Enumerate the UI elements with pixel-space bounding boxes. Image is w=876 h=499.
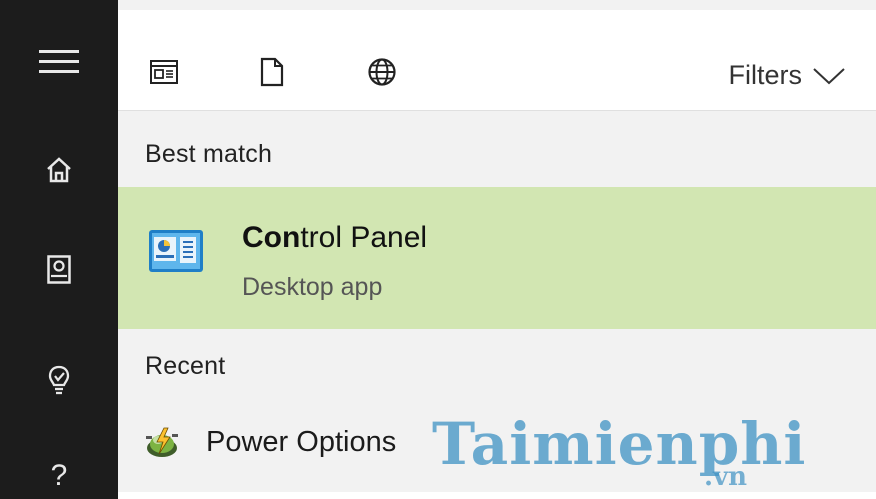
- recent-item-label: Power Options: [206, 426, 397, 458]
- help-icon: ?: [50, 459, 68, 492]
- best-match-heading: Best match: [145, 140, 273, 168]
- panel-bottom-edge: [118, 492, 876, 499]
- chevron-down-icon: [813, 67, 845, 84]
- documents-filter-button[interactable]: [254, 54, 290, 90]
- help-button[interactable]: ?: [0, 430, 118, 492]
- hamburger-menu-icon: [39, 50, 79, 73]
- web-filter-icon: [368, 58, 396, 86]
- home-icon: [47, 157, 71, 183]
- filters-label: Filters: [728, 60, 803, 90]
- watermark-domain: .vn: [704, 462, 748, 492]
- best-match-title-rest: trol Panel: [300, 221, 428, 254]
- apps-filter-icon: [150, 60, 178, 84]
- cortana-sidebar: ?: [0, 0, 118, 499]
- web-filter-button[interactable]: [364, 54, 400, 90]
- filters-dropdown[interactable]: Filters: [729, 60, 847, 91]
- notebook-button[interactable]: [0, 240, 118, 300]
- recent-heading: Recent: [145, 352, 226, 380]
- home-button[interactable]: [0, 140, 118, 200]
- best-match-result[interactable]: Control Panel Desktop app: [118, 187, 876, 329]
- best-match-subtitle: Desktop app: [242, 273, 383, 301]
- watermark-logo: Taimienphi: [432, 410, 807, 478]
- control-panel-icon: [149, 230, 203, 272]
- hamburger-menu-button[interactable]: [0, 32, 118, 92]
- documents-filter-icon: [260, 57, 284, 87]
- apps-filter-button[interactable]: [146, 54, 182, 90]
- power-options-icon: [146, 427, 178, 457]
- best-match-title-highlight: Con: [242, 221, 301, 254]
- notebook-icon: [47, 255, 71, 284]
- lightbulb-icon: [48, 365, 70, 395]
- feedback-button[interactable]: [0, 350, 118, 410]
- filter-toolbar: Filters: [118, 10, 876, 111]
- best-match-title: Control Panel: [242, 221, 427, 255]
